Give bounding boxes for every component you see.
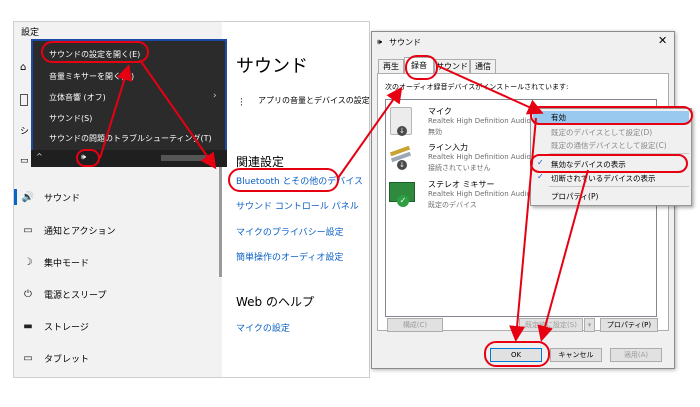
arrow-panel-link-to-dialog: [337, 86, 403, 179]
annotation-arrows: [99, 59, 589, 342]
arrow-menu-to-panel-link: [139, 59, 217, 170]
arrow-speaker-to-menu: [99, 64, 133, 159]
arrow-enable-to-ok: [509, 117, 537, 342]
arrow-recording-to-enable: [437, 65, 544, 115]
arrow-show-disabled-to-ok: [537, 169, 589, 342]
